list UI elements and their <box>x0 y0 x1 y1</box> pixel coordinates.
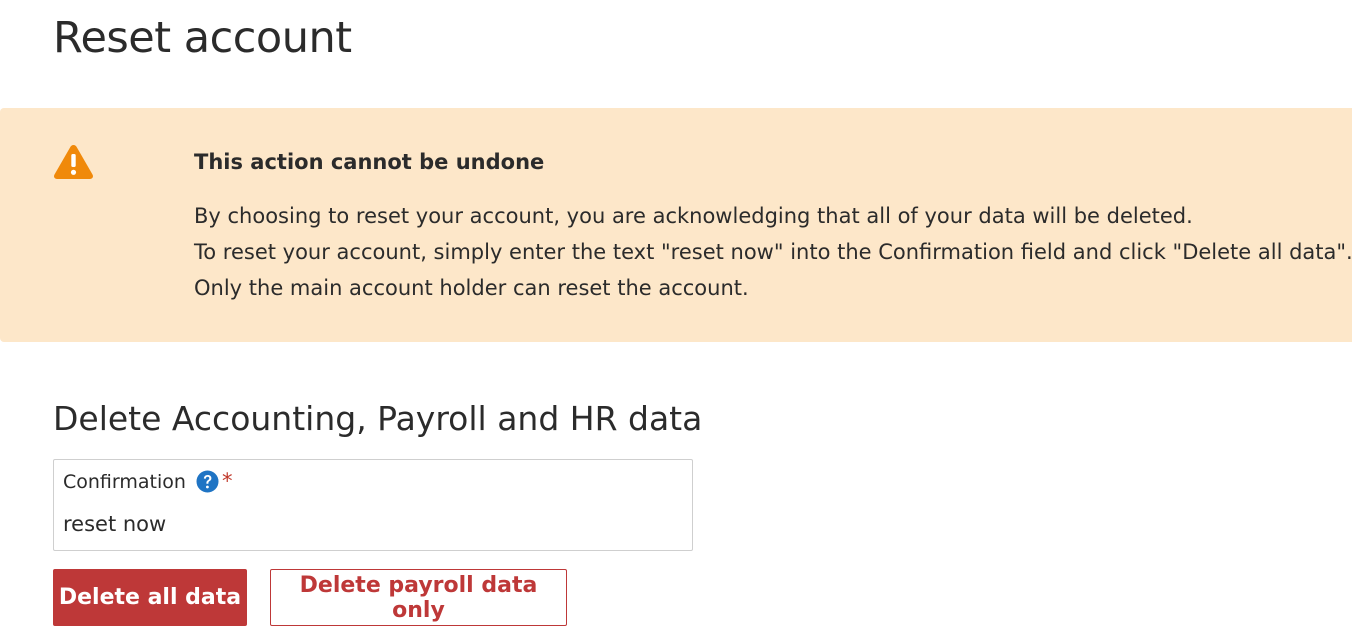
warning-triangle-icon <box>54 145 93 179</box>
delete-payroll-data-button[interactable]: Delete payroll data only <box>270 569 567 626</box>
question-circle-icon[interactable] <box>196 470 219 493</box>
confirmation-label: Confirmation <box>63 471 186 493</box>
page-title: Reset account <box>53 13 352 63</box>
warning-heading: This action cannot be undone <box>194 150 545 174</box>
confirmation-field[interactable]: Confirmation * <box>53 459 693 551</box>
required-marker: * <box>222 469 233 493</box>
section-title: Delete Accounting, Payroll and HR data <box>53 399 703 438</box>
warning-text-line: Only the main account holder can reset t… <box>194 276 749 300</box>
warning-text-line: By choosing to reset your account, you a… <box>194 204 1193 228</box>
delete-all-data-button[interactable]: Delete all data <box>53 569 247 626</box>
warning-text-line: To reset your account, simply enter the … <box>194 240 1352 264</box>
confirmation-input[interactable] <box>62 508 674 540</box>
